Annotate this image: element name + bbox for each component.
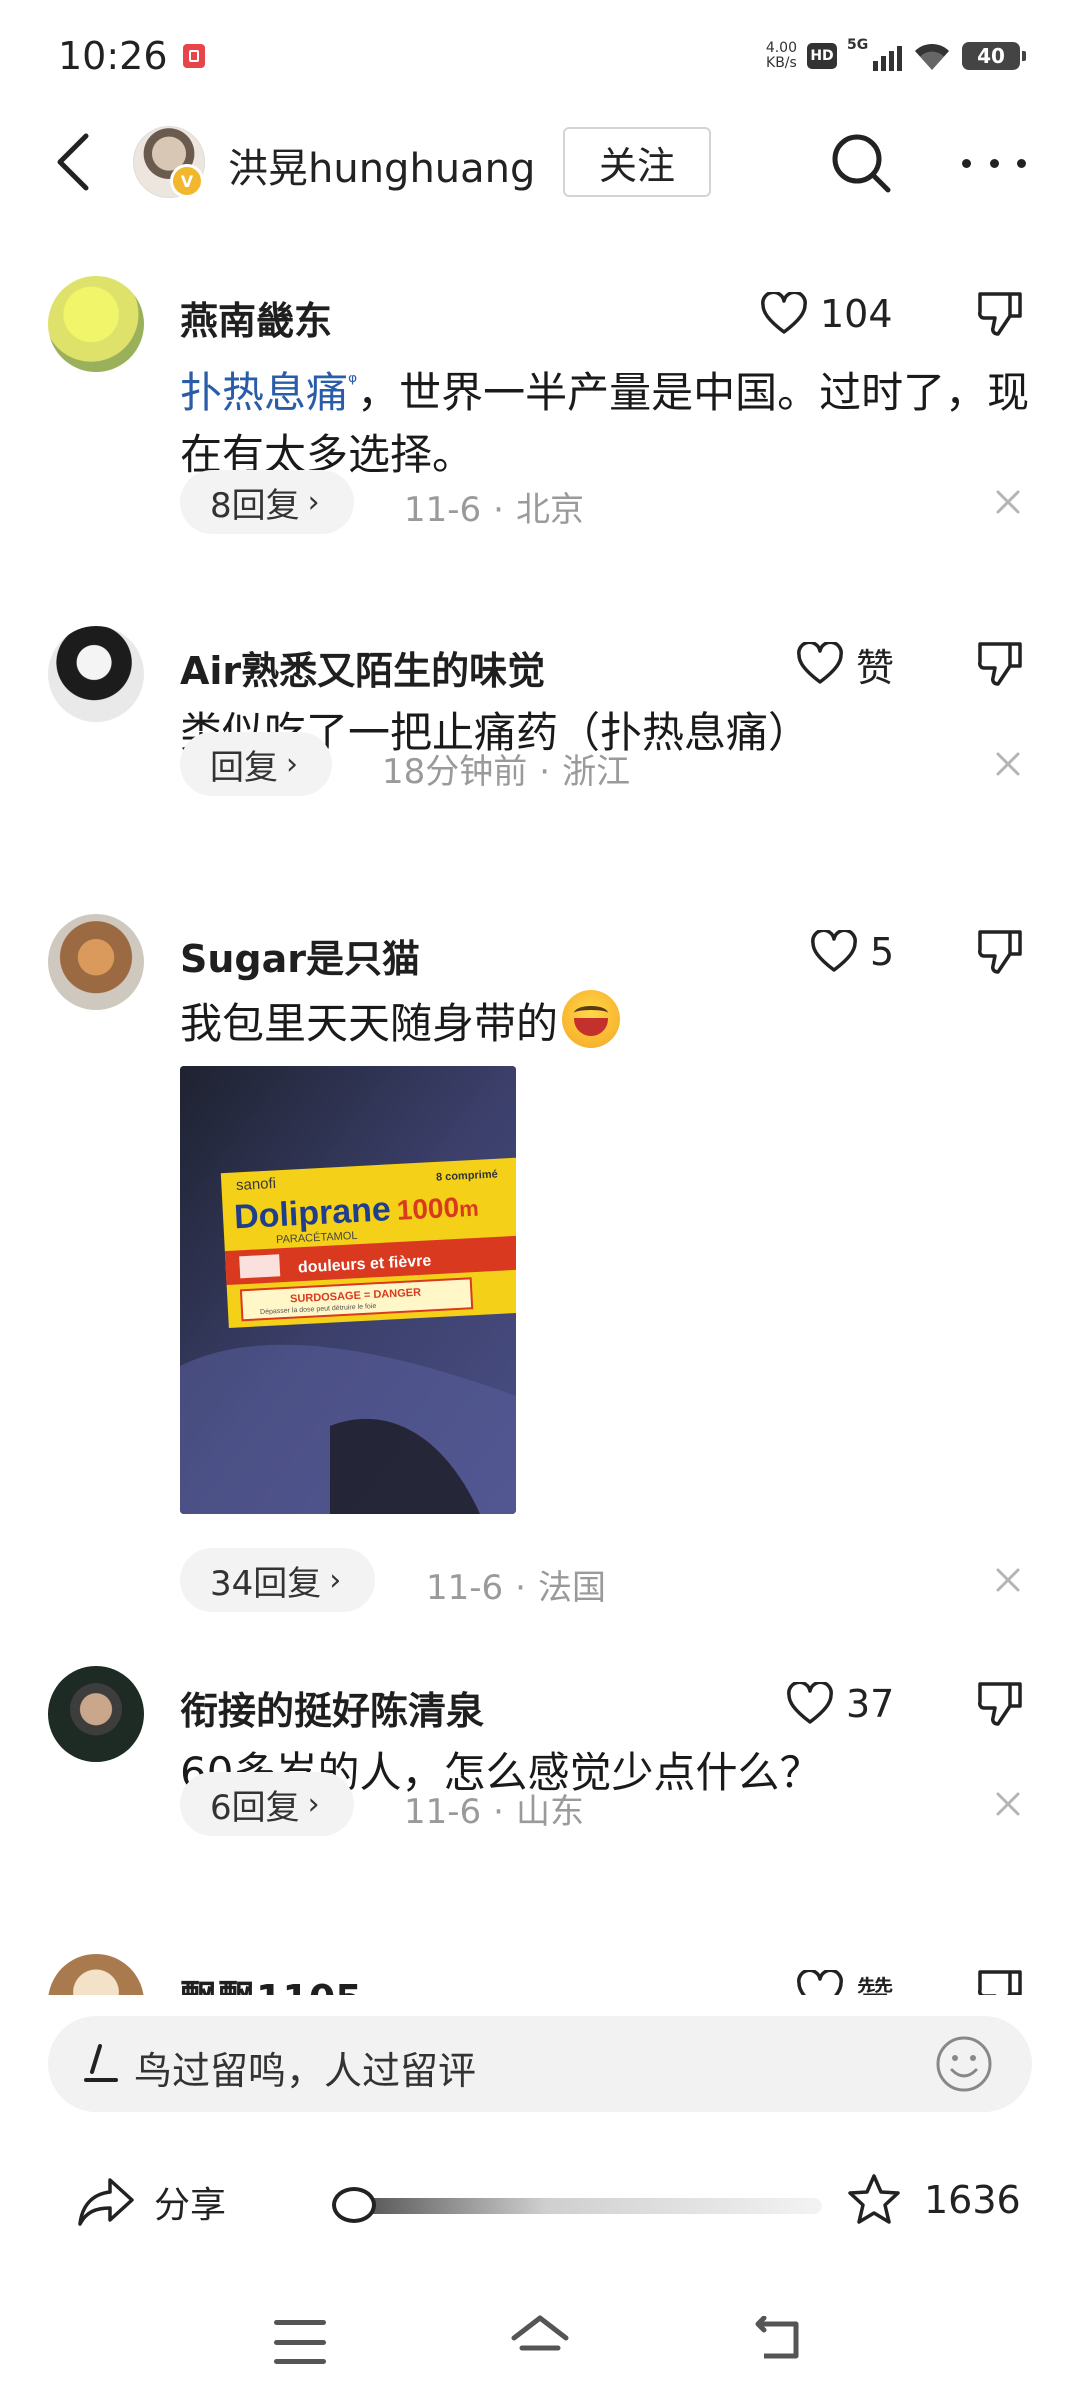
comment-text: 我包里天天随身带的: [180, 990, 1030, 1055]
comment-meta: 11-6 · 北京: [404, 490, 584, 530]
reply-button[interactable]: 8回复 ›: [180, 470, 354, 534]
comment-input[interactable]: 鸟过留鸣，人过留评: [48, 2016, 1032, 2112]
menu-icon[interactable]: [274, 2320, 326, 2364]
verified-badge-icon: V: [170, 164, 204, 198]
like-count: 赞: [856, 1965, 894, 1996]
commenter-avatar[interactable]: [48, 1954, 144, 1995]
commenter-avatar[interactable]: [48, 276, 144, 372]
comment-list: 燕南畿东 104 扑热息痛ᵠ，世界一半产量是中国。过时了，现在有太多选择。 8回…: [0, 212, 1080, 1995]
cellular-signal-icon: 5G: [847, 37, 902, 71]
thumbs-down-icon[interactable]: [972, 286, 1028, 342]
commenter-name[interactable]: 燕南畿东: [180, 290, 332, 345]
favorite-button[interactable]: 1636: [846, 2170, 1021, 2230]
home-icon[interactable]: [510, 2312, 570, 2368]
favorite-count: 1636: [924, 2178, 1021, 2222]
like-count: 赞: [856, 645, 895, 690]
more-dots-icon[interactable]: [962, 138, 1026, 188]
commenter-name[interactable]: Sugar是只猫: [180, 928, 420, 983]
close-icon[interactable]: [990, 484, 1026, 520]
comment-meta: 11-6 · 法国: [426, 1568, 606, 1608]
reply-button[interactable]: 6回复 ›: [180, 1772, 354, 1836]
heart-icon: [811, 930, 857, 972]
thumbs-down-icon[interactable]: [972, 1676, 1028, 1732]
wifi-icon: [912, 40, 952, 72]
smiley-icon[interactable]: [934, 2034, 994, 2094]
commenter-avatar[interactable]: [48, 914, 144, 1010]
like-button[interactable]: 赞: [796, 636, 996, 692]
comment-placeholder: 鸟过留鸣，人过留评: [134, 2049, 477, 2093]
heart-icon: [787, 1682, 833, 1724]
close-icon[interactable]: [990, 1786, 1026, 1822]
share-arrow-icon: [78, 2178, 134, 2226]
progress-knob[interactable]: [332, 2187, 376, 2223]
action-bar: 分享 1636: [0, 2150, 1080, 2250]
reply-button[interactable]: 回复 ›: [180, 732, 332, 796]
read-progress[interactable]: [332, 2187, 822, 2223]
topic-link[interactable]: 扑热息痛ᵠ: [180, 368, 357, 417]
author-name[interactable]: 洪晃hunghuang: [228, 136, 535, 194]
heart-icon: [797, 642, 843, 684]
thumbs-down-icon[interactable]: [972, 636, 1028, 692]
system-nav-bar: [0, 2290, 1080, 2400]
close-icon[interactable]: [990, 746, 1026, 782]
laughing-emoji-icon: [562, 990, 621, 1048]
photo-brand: sanofi: [235, 1174, 277, 1195]
share-button[interactable]: 分享: [76, 2172, 226, 2232]
comment-meta: 18分钟前 · 浙江: [382, 752, 631, 792]
comment-meta: 11-6 · 山东: [404, 1792, 584, 1832]
search-icon[interactable]: [828, 130, 894, 196]
battery-icon: 40: [962, 42, 1026, 70]
close-icon[interactable]: [990, 1562, 1026, 1598]
hd-icon: HD: [807, 43, 837, 69]
like-button[interactable]: 赞: [796, 1964, 996, 1995]
commenter-avatar[interactable]: [48, 1666, 144, 1762]
notification-icon: [183, 44, 205, 68]
commenter-name[interactable]: 衔接的挺好陈清泉: [180, 1680, 484, 1735]
status-indicators: 4.00 KB/s HD 5G 40: [765, 36, 1026, 76]
reply-button[interactable]: 34回复 ›: [180, 1548, 376, 1612]
follow-button[interactable]: 关注: [563, 127, 711, 197]
commenter-name[interactable]: Air熟悉又陌生的味觉: [180, 640, 545, 695]
system-back-icon[interactable]: [750, 2315, 806, 2366]
share-label: 分享: [154, 2185, 227, 2226]
page-header: V 洪晃hunghuang 关注: [0, 112, 1080, 212]
progress-trail: [362, 2198, 822, 2214]
comment-photo[interactable]: sanofi 8 comprimé Doliprane 1000m PARACÉT…: [180, 1066, 516, 1514]
commenter-name[interactable]: 飘飘1105: [180, 1968, 362, 1995]
comment-text: 扑热息痛ᵠ，世界一半产量是中国。过时了，现在有太多选择。: [180, 368, 1030, 479]
like-count: 5: [870, 930, 895, 974]
back-arrow-icon[interactable]: [46, 130, 106, 194]
heart-icon: [761, 292, 807, 334]
like-button[interactable]: 104: [760, 286, 960, 342]
thumbs-down-icon[interactable]: [972, 924, 1028, 980]
heart-icon: [797, 1970, 843, 1995]
star-icon: [848, 2174, 900, 2224]
pen-icon: [78, 2042, 122, 2086]
thumbs-down-icon[interactable]: [972, 1964, 1028, 1995]
commenter-avatar[interactable]: [48, 626, 144, 722]
like-button[interactable]: 37: [786, 1676, 986, 1732]
like-count: 37: [846, 1682, 895, 1726]
like-count: 104: [820, 292, 893, 336]
status-time: 10:26: [58, 34, 168, 78]
status-bar: 10:26 4.00 KB/s HD 5G 40: [0, 0, 1080, 110]
network-speed: 4.00 KB/s: [765, 40, 797, 71]
